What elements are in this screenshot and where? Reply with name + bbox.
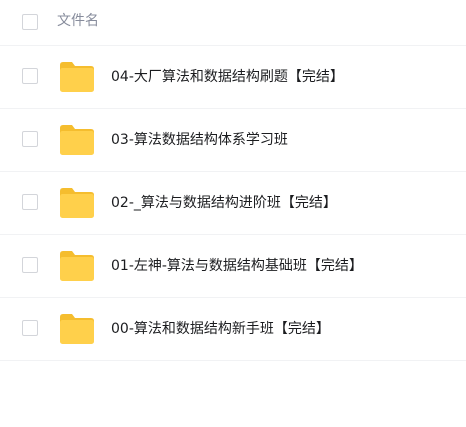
folder-row[interactable]: 02-_算法与数据结构进阶班【完结】 xyxy=(0,172,466,235)
row-checkbox[interactable] xyxy=(22,68,38,84)
folder-icon xyxy=(60,62,94,92)
folder-icon xyxy=(60,125,94,155)
folder-row[interactable]: 04-大厂算法和数据结构刷题【完结】 xyxy=(0,46,466,109)
folder-name[interactable]: 03-算法数据结构体系学习班 xyxy=(111,130,288,150)
file-list-header: 文件名 xyxy=(0,0,466,46)
column-header-filename[interactable]: 文件名 xyxy=(57,11,99,31)
row-checkbox[interactable] xyxy=(22,131,38,147)
folder-icon xyxy=(60,188,94,218)
folder-icon xyxy=(60,251,94,281)
folder-name[interactable]: 04-大厂算法和数据结构刷题【完结】 xyxy=(111,67,344,87)
folder-row[interactable]: 01-左神-算法与数据结构基础班【完结】 xyxy=(0,235,466,298)
select-all-checkbox[interactable] xyxy=(22,14,38,30)
folder-name[interactable]: 02-_算法与数据结构进阶班【完结】 xyxy=(111,193,337,213)
file-list: 文件名 04-大厂算法和数据结构刷题【完结】 03-算法数据结构体系学习班 02… xyxy=(0,0,466,427)
folder-row[interactable]: 00-算法和数据结构新手班【完结】 xyxy=(0,298,466,361)
row-checkbox[interactable] xyxy=(22,320,38,336)
row-checkbox[interactable] xyxy=(22,194,38,210)
folder-row[interactable]: 03-算法数据结构体系学习班 xyxy=(0,109,466,172)
folder-name[interactable]: 00-算法和数据结构新手班【完结】 xyxy=(111,319,330,339)
folder-icon xyxy=(60,314,94,344)
row-checkbox[interactable] xyxy=(22,257,38,273)
folder-name[interactable]: 01-左神-算法与数据结构基础班【完结】 xyxy=(111,256,363,276)
